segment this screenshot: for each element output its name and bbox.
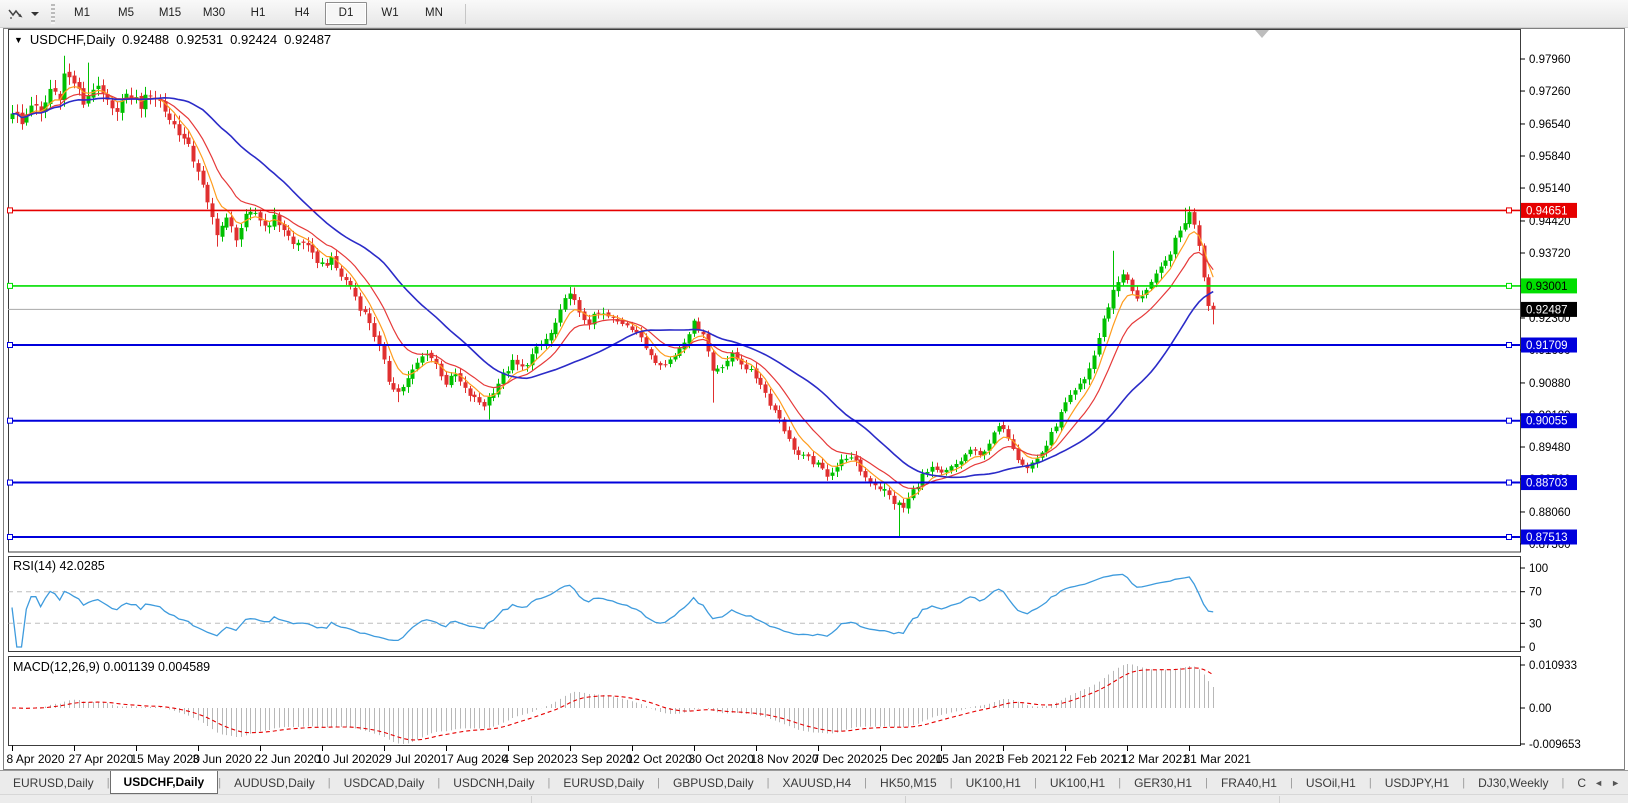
svg-text:70: 70 xyxy=(1529,587,1542,599)
tab-scroll-buttons: ◄ ► xyxy=(1586,771,1628,794)
chart-ohlc-header: ▼ USDCHF,Daily 0.92488 0.92531 0.92424 0… xyxy=(14,32,331,47)
svg-text:0.87513: 0.87513 xyxy=(1526,532,1568,544)
symbol-tab-13[interactable]: USOil,H1 xyxy=(1293,771,1369,794)
symbol-tab-5[interactable]: EURUSD,Daily xyxy=(550,771,657,794)
price-axis: 0.979600.972600.965400.958400.951400.944… xyxy=(1520,54,1577,551)
svg-text:23 Sep 2020: 23 Sep 2020 xyxy=(565,752,633,766)
svg-text:0.94651: 0.94651 xyxy=(1526,205,1568,217)
svg-text:12 Oct 2020: 12 Oct 2020 xyxy=(627,752,693,766)
symbol-tab-10[interactable]: UK100,H1 xyxy=(1037,771,1118,794)
collapse-icon: ▼ xyxy=(14,34,23,45)
timeframe-button-m1[interactable]: M1 xyxy=(61,2,103,25)
symbol-tab-1[interactable]: USDCHF,Daily xyxy=(109,771,219,794)
timeframe-button-mn[interactable]: MN xyxy=(413,2,455,25)
svg-text:3 Feb 2021: 3 Feb 2021 xyxy=(998,752,1059,766)
toolbar-separator xyxy=(465,3,466,24)
svg-text:3 Jun 2020: 3 Jun 2020 xyxy=(193,752,253,766)
svg-text:0: 0 xyxy=(1529,642,1535,654)
symbol-tab-0[interactable]: EURUSD,Daily xyxy=(0,771,107,794)
svg-text:7 Dec 2020: 7 Dec 2020 xyxy=(813,752,875,766)
svg-text:0.88703: 0.88703 xyxy=(1526,478,1568,490)
svg-text:22 Feb 2021: 22 Feb 2021 xyxy=(1060,752,1128,766)
svg-text:0.95140: 0.95140 xyxy=(1529,183,1571,195)
svg-text:0.97260: 0.97260 xyxy=(1529,86,1571,98)
timeframe-button-h4[interactable]: H4 xyxy=(281,2,323,25)
svg-text:0.00: 0.00 xyxy=(1529,703,1551,715)
svg-text:0.91709: 0.91709 xyxy=(1526,340,1568,352)
svg-text:0.88060: 0.88060 xyxy=(1529,507,1571,519)
symbol-tabs: EURUSD,Daily | USDCHF,Daily | AUDUSD,Daily | U… xyxy=(0,771,1586,794)
svg-text:0.96540: 0.96540 xyxy=(1529,119,1571,131)
ohlc-open: 0.92488 xyxy=(122,32,170,47)
svg-text:0.97960: 0.97960 xyxy=(1529,54,1571,66)
chart-window-frame xyxy=(3,28,1625,770)
svg-text:-0.009653: -0.009653 xyxy=(1529,739,1581,751)
toolbar-grip[interactable] xyxy=(51,3,55,24)
symbol-tab-11[interactable]: GER30,H1 xyxy=(1121,771,1205,794)
symbol-tab-14[interactable]: USDJPY,H1 xyxy=(1372,771,1462,794)
symbol-tab-8[interactable]: HK50,M15 xyxy=(867,771,950,794)
svg-text:15 Jan 2021: 15 Jan 2021 xyxy=(936,752,1002,766)
svg-text:8 Apr 2020: 8 Apr 2020 xyxy=(7,752,65,766)
symbol-tab-2[interactable]: AUDUSD,Daily xyxy=(221,771,328,794)
svg-text:31 Mar 2021: 31 Mar 2021 xyxy=(1184,752,1252,766)
svg-text:30: 30 xyxy=(1529,618,1542,630)
timeframe-button-m30[interactable]: M30 xyxy=(193,2,235,25)
svg-text:30 Oct 2020: 30 Oct 2020 xyxy=(689,752,755,766)
svg-text:4 Sep 2020: 4 Sep 2020 xyxy=(503,752,565,766)
timeframe-button-m5[interactable]: M5 xyxy=(105,2,147,25)
symbol-tab-bar: EURUSD,Daily | USDCHF,Daily | AUDUSD,Daily | U… xyxy=(0,770,1628,794)
ohlc-low: 0.92424 xyxy=(230,32,278,47)
symbol-tab-12[interactable]: FRA40,H1 xyxy=(1208,771,1290,794)
svg-text:0.010933: 0.010933 xyxy=(1529,660,1577,672)
symbol-tab-4[interactable]: USDCNH,Daily xyxy=(440,771,547,794)
timeframe-button-h1[interactable]: H1 xyxy=(237,2,279,25)
symbol-tab-3[interactable]: USDCAD,Daily xyxy=(331,771,438,794)
dropdown-caret-icon xyxy=(31,11,39,16)
tab-scroll-left-icon[interactable]: ◄ xyxy=(1594,778,1603,788)
svg-text:15 May 2020: 15 May 2020 xyxy=(131,752,201,766)
svg-text:12 Mar 2021: 12 Mar 2021 xyxy=(1122,752,1190,766)
timeframe-button-m15[interactable]: M15 xyxy=(149,2,191,25)
svg-text:0.93720: 0.93720 xyxy=(1529,248,1571,260)
ohlc-high: 0.92531 xyxy=(176,32,224,47)
symbol-tab-7[interactable]: XAUUSD,H4 xyxy=(769,771,864,794)
timeframe-toolbar: M1 M5 M15 M30 H1 H4 D1 W1 MN xyxy=(0,0,1628,28)
svg-text:17 Aug 2020: 17 Aug 2020 xyxy=(441,752,509,766)
rsi-indicator-label: RSI(14) 42.0285 xyxy=(13,559,105,573)
symbol-tab-16[interactable]: CHINA300,H1 xyxy=(1564,771,1586,794)
mt4-window: M1 M5 M15 M30 H1 H4 D1 W1 MN 0.97960 0.97260 0.965… xyxy=(0,0,1628,803)
svg-text:0.90880: 0.90880 xyxy=(1529,378,1571,390)
svg-text:27 Apr 2020: 27 Apr 2020 xyxy=(69,752,134,766)
svg-text:29 Jul 2020: 29 Jul 2020 xyxy=(379,752,441,766)
symbol-tab-6[interactable]: GBPUSD,Daily xyxy=(660,771,767,794)
chart-symbol-period: USDCHF,Daily xyxy=(29,32,116,47)
status-strip xyxy=(0,794,1628,803)
tab-scroll-right-icon[interactable]: ► xyxy=(1611,778,1620,788)
timeframe-button-d1[interactable]: D1 xyxy=(325,2,367,25)
svg-text:0.93001: 0.93001 xyxy=(1526,281,1568,293)
svg-text:0.92487: 0.92487 xyxy=(1526,304,1568,316)
macd-indicator-label: MACD(12,26,9) 0.001139 0.004589 xyxy=(13,660,211,674)
ohlc-close: 0.92487 xyxy=(284,32,332,47)
symbol-tab-15[interactable]: DJ30,Weekly xyxy=(1465,771,1561,794)
svg-text:0.89480: 0.89480 xyxy=(1529,442,1571,454)
svg-text:18 Nov 2020: 18 Nov 2020 xyxy=(751,752,819,766)
svg-text:22 Jun 2020: 22 Jun 2020 xyxy=(255,752,321,766)
svg-text:0.90055: 0.90055 xyxy=(1526,416,1568,428)
chart-cursor-tool[interactable] xyxy=(4,5,43,23)
timeframe-buttons: M1 M5 M15 M30 H1 H4 D1 W1 MN xyxy=(61,2,455,25)
svg-text:100: 100 xyxy=(1529,563,1548,575)
chart-cursor-icon xyxy=(8,9,23,19)
symbol-tab-9[interactable]: UK100,H1 xyxy=(953,771,1034,794)
svg-text:0.95840: 0.95840 xyxy=(1529,151,1571,163)
timeframe-button-w1[interactable]: W1 xyxy=(369,2,411,25)
svg-text:25 Dec 2020: 25 Dec 2020 xyxy=(875,752,943,766)
svg-text:10 Jul 2020: 10 Jul 2020 xyxy=(317,752,379,766)
chart-canvas[interactable]: 0.979600.972600.965400.958400.951400.944… xyxy=(0,0,1628,803)
